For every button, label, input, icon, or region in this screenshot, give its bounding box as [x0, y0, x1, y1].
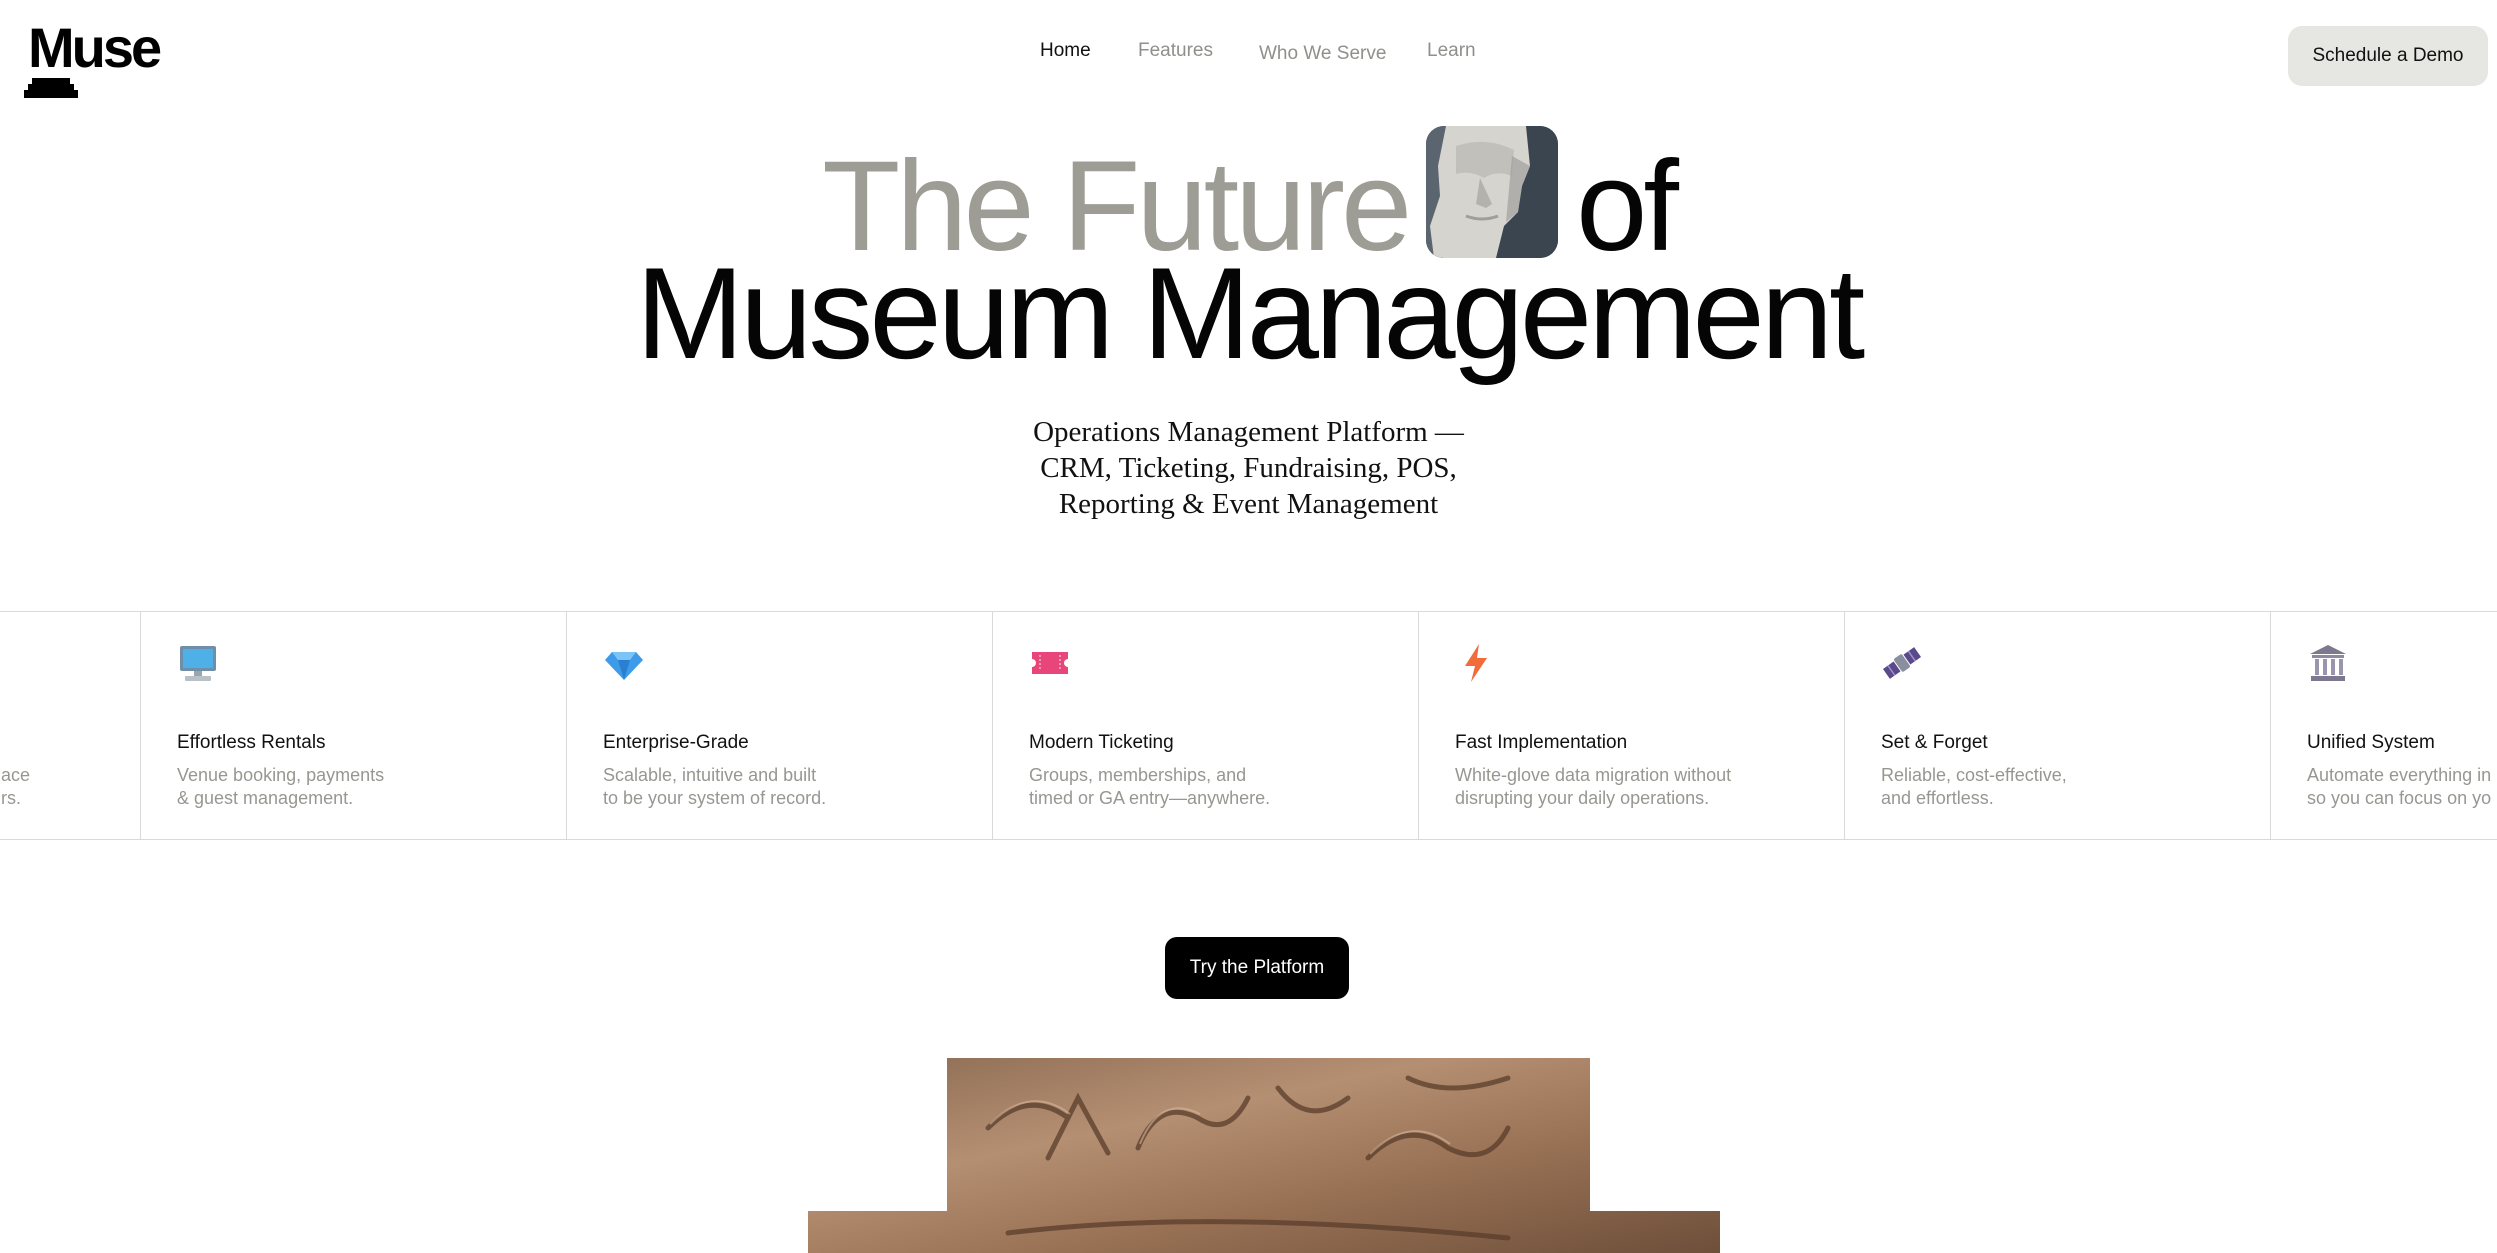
feature-desc: ace rs.	[1, 764, 30, 810]
feature-desc-line: rs.	[1, 788, 21, 808]
feature-card-rentals: Effortless Rentals Venue booking, paymen…	[140, 612, 566, 839]
schedule-demo-button[interactable]: Schedule a Demo	[2288, 26, 2488, 86]
feature-desc-line: so you can focus on yo	[2307, 788, 2492, 808]
feature-card: ace rs.	[0, 612, 140, 839]
feature-desc-line: Reliable, cost-effective,	[1881, 765, 2067, 785]
try-platform-button[interactable]: Try the Platform	[1165, 937, 1349, 999]
feature-desc-line: Scalable, intuitive and built	[603, 765, 817, 785]
feature-desc-line: ace	[1, 765, 31, 785]
logo-wordmark: Muse	[28, 16, 162, 79]
satellite-icon	[1882, 647, 1922, 679]
feature-card-implementation: Fast Implementation White-glove data mig…	[1418, 612, 1844, 839]
feature-card-ticketing: Modern Ticketing Groups, memberships, an…	[992, 612, 1418, 839]
feature-desc-line: and effortless.	[1881, 788, 1994, 808]
nav-home[interactable]: Home	[1040, 40, 1091, 62]
feature-desc: Scalable, intuitive and built to be your…	[603, 764, 826, 810]
feature-desc-line: White-glove data migration without	[1455, 765, 1732, 785]
subtitle-line: Reporting & Event Management	[1058, 488, 1439, 520]
feature-desc: White-glove data migration without disru…	[1455, 764, 1731, 810]
feature-desc: Reliable, cost-effective, and effortless…	[1881, 764, 2067, 810]
feature-desc: Groups, memberships, and timed or GA ent…	[1029, 764, 1270, 810]
feature-title: Effortless Rentals	[177, 732, 326, 753]
pedestal-icon	[24, 78, 78, 98]
nav-who-we-serve[interactable]: Who We Serve	[1259, 43, 1386, 65]
hero-subtitle: Operations Management Platform — CRM, Ti…	[0, 414, 2497, 522]
muse-logo[interactable]: Muse	[24, 16, 164, 98]
feature-card-set-forget: Set & Forget Reliable, cost-effective, a…	[1844, 612, 2270, 839]
lightning-icon	[1465, 644, 1487, 682]
nav-features[interactable]: Features	[1138, 40, 1213, 62]
feature-desc-line: Groups, memberships, and	[1029, 765, 1247, 785]
subtitle-line: CRM, Ticketing, Fundraising, POS,	[1040, 452, 1457, 484]
ticket-icon	[1032, 652, 1068, 674]
subtitle-line: Operations Management Platform —	[1033, 416, 1464, 448]
feature-desc-line: & guest management.	[177, 788, 354, 808]
feature-desc: Automate everything in so you can focus …	[2307, 764, 2491, 810]
feature-card-enterprise: Enterprise-Grade Scalable, intuitive and…	[566, 612, 992, 839]
nav-learn[interactable]: Learn	[1427, 40, 1476, 62]
museum-building-icon	[2310, 645, 2346, 681]
feature-desc-line: disrupting your daily operations.	[1455, 788, 1710, 808]
feature-desc-line: Venue booking, payments	[177, 765, 385, 785]
carved-stone-image	[808, 1058, 1720, 1253]
gem-icon	[605, 652, 643, 680]
feature-desc-line: timed or GA entry—anywhere.	[1029, 788, 1271, 808]
hero-title-line2: Museum Management	[635, 240, 1865, 386]
feature-desc: Venue booking, payments & guest manageme…	[177, 764, 384, 810]
feature-card-unified: Unified System Automate everything in so…	[2270, 612, 2497, 839]
feature-desc-line: Automate everything in	[2307, 765, 2492, 785]
computer-icon	[180, 646, 216, 681]
feature-desc-line: to be your system of record.	[603, 788, 827, 808]
features-carousel[interactable]: ace rs. Effortless Rentals Venue booking…	[0, 611, 2497, 840]
feature-title: Set & Forget	[1881, 732, 1988, 753]
feature-title: Fast Implementation	[1455, 732, 1628, 753]
feature-title: Enterprise-Grade	[603, 732, 749, 753]
feature-title: Modern Ticketing	[1029, 732, 1174, 753]
feature-title: Unified System	[2307, 732, 2435, 753]
